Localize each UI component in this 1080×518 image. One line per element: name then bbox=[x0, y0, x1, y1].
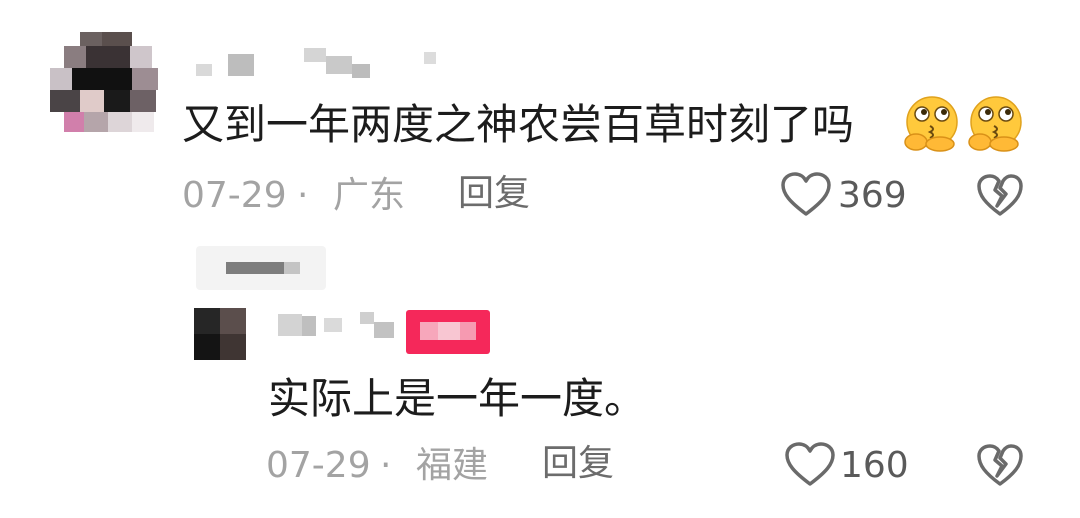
thinking-kiss-emoji-icon bbox=[964, 94, 1028, 154]
heart-outline-icon[interactable] bbox=[780, 172, 832, 218]
thinking-kiss-emoji-icon bbox=[900, 94, 964, 154]
comment-like-count: 369 bbox=[838, 175, 907, 216]
comment-location: 广东 bbox=[333, 175, 406, 216]
author-badge bbox=[406, 310, 490, 354]
comment-separator: · bbox=[297, 175, 309, 216]
reply-location: 福建 bbox=[416, 445, 489, 486]
heart-outline-icon[interactable] bbox=[784, 442, 836, 488]
reply-username[interactable] bbox=[274, 310, 404, 340]
broken-heart-icon[interactable] bbox=[976, 444, 1024, 488]
reply-avatar[interactable] bbox=[194, 308, 246, 360]
comment-avatar[interactable] bbox=[50, 32, 162, 144]
broken-heart-icon[interactable] bbox=[976, 174, 1024, 218]
reply-reply-button[interactable]: 回复 bbox=[542, 446, 614, 482]
reply-text: 实际上是一年一度。 bbox=[268, 374, 647, 423]
reply-like-count: 160 bbox=[840, 445, 909, 486]
reply-date: 07-29 bbox=[266, 445, 371, 486]
reply-quote-blurred bbox=[196, 246, 326, 290]
comment-reply-button[interactable]: 回复 bbox=[458, 176, 530, 212]
comment-date: 07-29 bbox=[182, 175, 287, 216]
reply-separator: · bbox=[380, 445, 392, 486]
comment-text: 又到一年两度之神农尝百草时刻了吗 bbox=[182, 100, 855, 149]
comment-username[interactable] bbox=[192, 46, 442, 82]
